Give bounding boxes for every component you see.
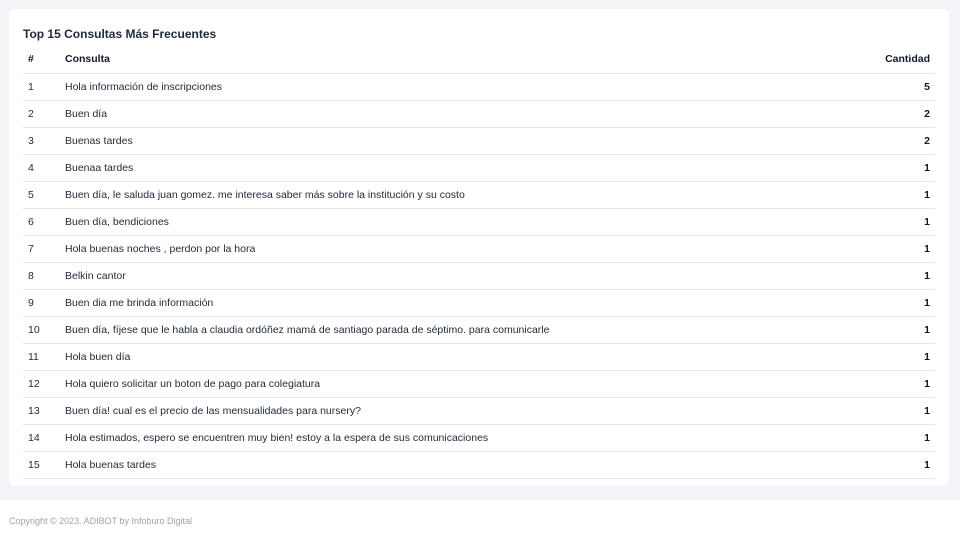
row-query: Buen día! cual es el precio de las mensu… [60, 397, 845, 425]
row-number: 12 [23, 370, 60, 398]
row-query: Belkin cantor [60, 262, 845, 290]
row-count: 1 [845, 370, 935, 398]
table-row: 12 Hola quiero solicitar un boton de pago… [23, 370, 935, 398]
table-row: 8 Belkin cantor 1 [23, 262, 935, 290]
row-count: 1 [845, 235, 935, 263]
row-count: 1 [845, 154, 935, 182]
table-row: 2 Buen día 2 [23, 100, 935, 128]
footer: Copyright © 2023. ADIBOT by Infoburo Dig… [0, 500, 960, 540]
row-query: Buen día, le saluda juan gomez. me inter… [60, 181, 845, 209]
table-row: 15 Hola buenas tardes 1 [23, 451, 935, 479]
row-count: 1 [845, 424, 935, 452]
row-count: 5 [845, 73, 935, 101]
footer-copyright: Copyright © 2023. ADIBOT by Infoburo Dig… [9, 516, 193, 526]
row-number: 5 [23, 181, 60, 209]
row-count: 1 [845, 343, 935, 371]
row-query: Buenas tardes [60, 127, 845, 155]
table-row: 13 Buen día! cual es el precio de las men… [23, 397, 935, 425]
row-count: 2 [845, 100, 935, 128]
table-row: 14 Hola estimados, espero se encuentren m… [23, 424, 935, 452]
row-query: Buen día [60, 100, 845, 128]
table-row: 4 Buenaa tardes 1 [23, 154, 935, 182]
table-row: 1 Hola información de inscripciones 5 [23, 73, 935, 101]
table-row: 3 Buenas tardes 2 [23, 127, 935, 155]
row-count: 2 [845, 127, 935, 155]
row-count: 1 [845, 262, 935, 290]
table-row: 5 Buen día, le saluda juan gomez. me inte… [23, 181, 935, 209]
row-number: 4 [23, 154, 60, 182]
row-count: 1 [845, 208, 935, 236]
card-title: Top 15 Consultas Más Frecuentes [23, 27, 217, 41]
row-query: Buen día, fíjese que le habla a claudia … [60, 316, 845, 344]
row-number: 1 [23, 73, 60, 101]
row-count: 1 [845, 181, 935, 209]
row-number: 8 [23, 262, 60, 290]
table-header-row: # Consulta Cantidad [23, 45, 935, 74]
table-row: 9 Buen dia me brinda información 1 [23, 289, 935, 317]
row-number: 15 [23, 451, 60, 479]
row-count: 1 [845, 397, 935, 425]
row-number: 10 [23, 316, 60, 344]
row-query: Hola quiero solicitar un boton de pago p… [60, 370, 845, 398]
row-query: Buen día, bendiciones [60, 208, 845, 236]
row-number: 11 [23, 343, 60, 371]
table-row: 11 Hola buen día 1 [23, 343, 935, 371]
row-query: Hola información de inscripciones [60, 73, 845, 101]
table-row: 6 Buen día, bendiciones 1 [23, 208, 935, 236]
row-number: 9 [23, 289, 60, 317]
row-query: Buenaa tardes [60, 154, 845, 182]
row-query: Hola buenas tardes [60, 451, 845, 479]
row-number: 13 [23, 397, 60, 425]
column-header-count: Cantidad [845, 45, 935, 74]
column-header-num: # [23, 45, 60, 74]
row-number: 3 [23, 127, 60, 155]
row-number: 2 [23, 100, 60, 128]
top-queries-card: Top 15 Consultas Más Frecuentes # Consul… [9, 9, 949, 486]
table-row: 10 Buen día, fíjese que le habla a claudi… [23, 316, 935, 344]
table-row: 7 Hola buenas noches , perdon por la hora… [23, 235, 935, 263]
row-query: Hola buen día [60, 343, 845, 371]
row-query: Buen dia me brinda información [60, 289, 845, 317]
column-header-query: Consulta [60, 45, 845, 74]
row-number: 14 [23, 424, 60, 452]
row-count: 1 [845, 451, 935, 479]
row-query: Hola buenas noches , perdon por la hora [60, 235, 845, 263]
row-number: 6 [23, 208, 60, 236]
row-query: Hola estimados, espero se encuentren muy… [60, 424, 845, 452]
row-count: 1 [845, 289, 935, 317]
page: Top 15 Consultas Más Frecuentes # Consul… [0, 0, 960, 540]
top-queries-table: # Consulta Cantidad 1 Hola información de… [23, 45, 935, 479]
row-number: 7 [23, 235, 60, 263]
row-count: 1 [845, 316, 935, 344]
